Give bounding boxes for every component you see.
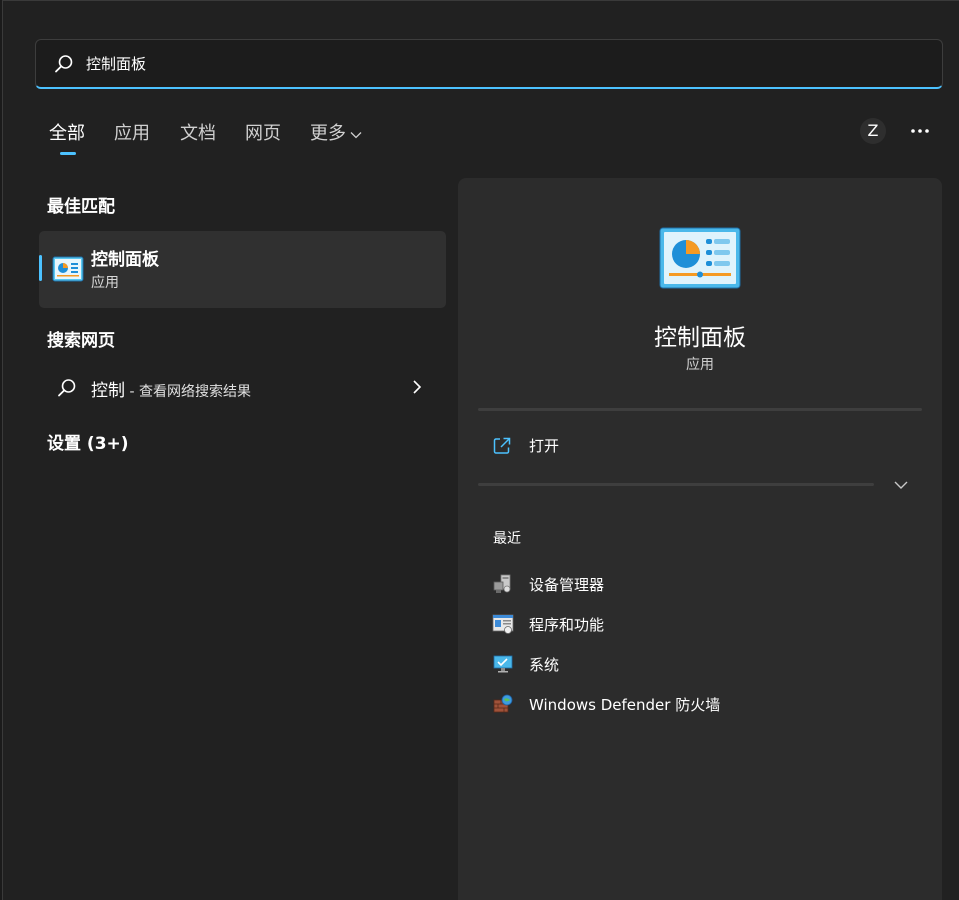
- recent-item-device-manager[interactable]: 设备管理器: [492, 572, 912, 596]
- divider: [478, 483, 874, 486]
- system-icon: [493, 655, 513, 673]
- active-tab-indicator: [60, 152, 76, 155]
- search-icon: [58, 379, 76, 397]
- search-input[interactable]: 控制面板: [86, 53, 146, 74]
- open-action[interactable]: 打开: [492, 434, 692, 458]
- recent-item-programs-features[interactable]: 程序和功能: [492, 612, 912, 636]
- recent-item-system[interactable]: 系统: [492, 652, 912, 676]
- recent-item-label: Windows Defender 防火墙: [529, 696, 721, 714]
- tab-all[interactable]: 全部: [49, 119, 85, 145]
- tab-web[interactable]: 网页: [245, 119, 281, 145]
- search-icon: [55, 55, 73, 73]
- chevron-down-icon: [350, 132, 362, 139]
- search-box[interactable]: 控制面板: [35, 39, 943, 89]
- web-search-text: 控制 - 查看网络搜索结果: [91, 376, 251, 401]
- tab-apps[interactable]: 应用: [114, 119, 150, 145]
- recent-item-label: 程序和功能: [529, 616, 605, 634]
- recent-item-label: 设备管理器: [529, 576, 605, 594]
- chevron-down-icon[interactable]: [892, 477, 910, 493]
- device-manager-icon: [493, 574, 511, 593]
- open-label: 打开: [529, 437, 560, 455]
- detail-app-name: 控制面板: [654, 325, 746, 351]
- detail-panel: 控制面板 应用 打开 最近 设备管理器 程序和功能 系统 Windows Def…: [458, 178, 942, 900]
- programs-features-icon: [492, 614, 514, 634]
- web-search-result[interactable]: 控制 - 查看网络搜索结果: [39, 367, 446, 407]
- best-match-title: 控制面板: [91, 250, 159, 270]
- tab-more-label: 更多: [310, 123, 346, 144]
- recent-item-firewall[interactable]: Windows Defender 防火墙: [492, 692, 912, 716]
- recent-item-label: 系统: [529, 656, 560, 674]
- account-avatar[interactable]: Z: [860, 118, 886, 144]
- start-search-window: 控制面板 全部 应用 文档 网页 更多 Z 最佳匹配 控制面板 应用 搜索网页 …: [2, 0, 959, 900]
- best-match-result[interactable]: 控制面板 应用: [39, 231, 446, 308]
- web-search-keyword: 控制: [91, 381, 125, 401]
- detail-app-type: 应用: [686, 357, 714, 373]
- control-panel-icon: [52, 256, 84, 282]
- recent-heading: 最近: [493, 531, 521, 547]
- settings-heading[interactable]: 设置 (3+): [47, 429, 129, 454]
- selection-accent: [39, 255, 42, 281]
- divider: [478, 408, 922, 411]
- tab-documents[interactable]: 文档: [180, 119, 216, 145]
- open-external-icon: [493, 437, 511, 454]
- search-web-heading: 搜索网页: [47, 331, 115, 351]
- firewall-icon: [493, 694, 513, 713]
- best-match-heading: 最佳匹配: [47, 197, 115, 217]
- web-search-suffix: - 查看网络搜索结果: [125, 384, 251, 400]
- chevron-right-icon[interactable]: [410, 379, 424, 395]
- best-match-subtitle: 应用: [91, 275, 119, 291]
- control-panel-large-icon: [659, 227, 741, 289]
- tab-more[interactable]: 更多: [310, 119, 362, 145]
- more-options-icon[interactable]: [908, 120, 932, 142]
